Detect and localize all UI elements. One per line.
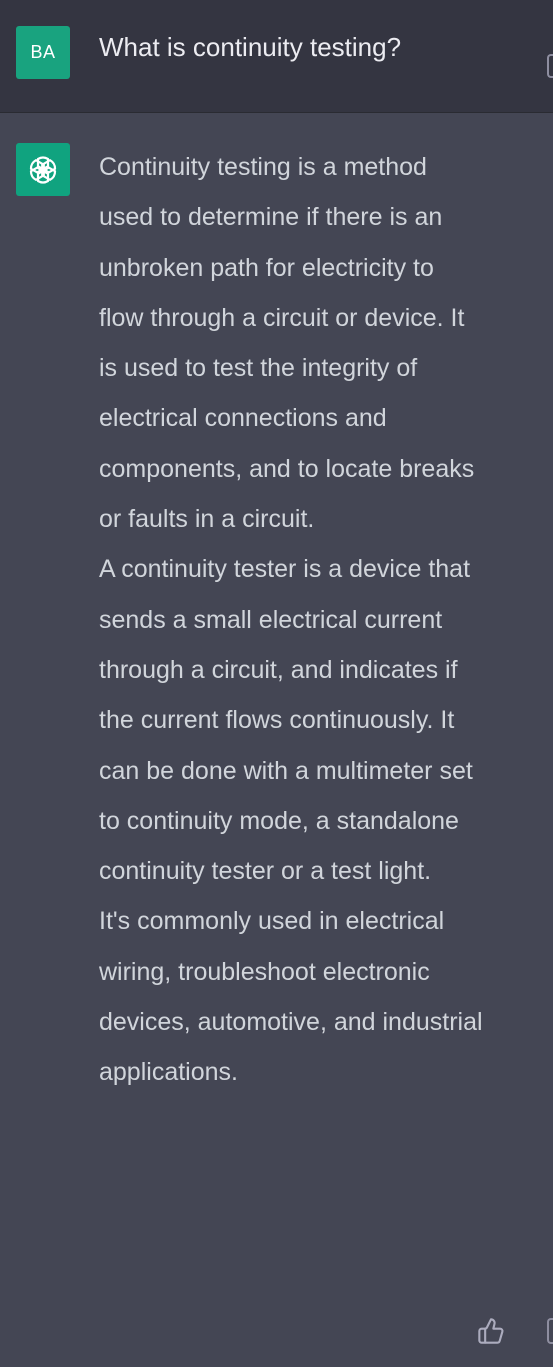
assistant-paragraph: It's commonly used in electrical wiring,… [99, 907, 483, 1087]
thumbs-up-button[interactable] [476, 1316, 506, 1346]
thumbs-up-icon [478, 1318, 504, 1344]
edit-icon-partial[interactable] [547, 54, 553, 78]
openai-logo-icon [29, 155, 57, 184]
user-message-row: BA What is continuity testing? [0, 0, 553, 113]
thumbs-down-icon-partial[interactable] [547, 1318, 553, 1344]
chat-conversation: BA What is continuity testing? Continuit… [0, 0, 553, 1367]
assistant-paragraph: Continuity testing is a method used to d… [99, 153, 475, 534]
assistant-avatar [16, 143, 70, 196]
assistant-paragraph: A continuity tester is a device that sen… [99, 555, 473, 886]
user-avatar: BA [16, 26, 70, 79]
assistant-message-text: Continuity testing is a method used to d… [99, 142, 484, 1098]
user-message-text: What is continuity testing? [99, 32, 402, 62]
assistant-message-row: Continuity testing is a method used to d… [0, 113, 553, 1367]
